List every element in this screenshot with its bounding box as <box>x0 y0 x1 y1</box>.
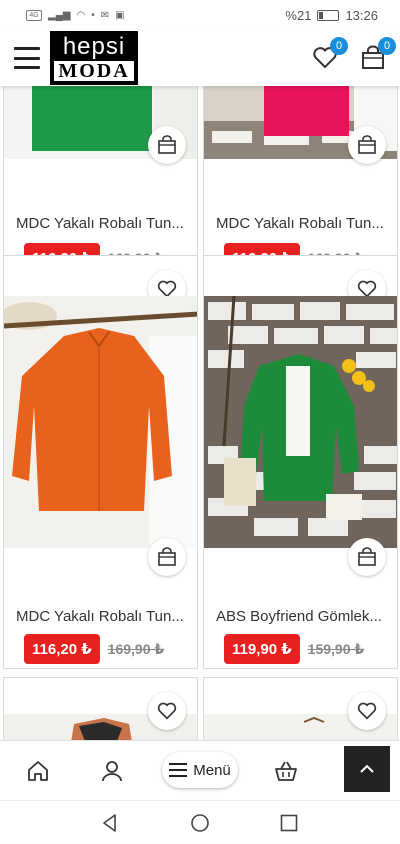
product-title[interactable]: MDC Yakalı Robalı Tun... <box>16 608 189 625</box>
volte-icon: 4G <box>26 9 42 21</box>
mail-icon: ✉ <box>100 9 110 21</box>
wifi-icon: ◠ <box>76 9 86 21</box>
hepsimoda-logo[interactable]: hepsi MODA <box>50 31 138 85</box>
chevron-up-icon <box>360 764 374 773</box>
hamburger-menu-icon[interactable] <box>14 47 40 69</box>
favorites-count-badge: 0 <box>330 37 348 55</box>
user-icon <box>102 761 122 782</box>
status-bar: 4G ▂▄▆ ◠ • ✉ ▣ %21 13:26 <box>0 0 400 30</box>
add-to-cart-button[interactable] <box>348 538 386 576</box>
signal-icon: ▂▄▆ <box>48 9 71 21</box>
heart-icon <box>357 702 377 720</box>
product-card[interactable]: ABS Boyfriend Gömlek... 119,90 ₺ 159,90 … <box>203 255 398 669</box>
favorite-button[interactable] <box>348 692 386 730</box>
original-price: 159,90 ₺ <box>307 640 365 657</box>
shopping-bag-icon <box>158 547 176 566</box>
home-circle-icon[interactable] <box>190 813 210 833</box>
product-title[interactable]: MDC Yakalı Robalı Tun... <box>16 215 189 232</box>
shopping-bag-icon <box>358 547 376 566</box>
add-to-cart-button[interactable] <box>348 126 386 164</box>
product-title[interactable]: MDC Yakalı Robalı Tun... <box>216 215 389 232</box>
shopping-bag-icon <box>358 135 376 154</box>
shopping-bag-icon <box>158 135 176 154</box>
nav-basket-button[interactable] <box>274 759 300 785</box>
product-card[interactable]: MDC Yakalı Robalı Tun... 116,20 ₺ 169,90… <box>3 255 198 669</box>
data-icon: • <box>91 9 95 21</box>
sale-price: 119,90 ₺ <box>224 634 300 664</box>
back-icon[interactable] <box>100 813 120 833</box>
bottom-nav: Menü <box>0 740 400 800</box>
battery-percent: %21 <box>285 7 312 23</box>
favorite-button[interactable] <box>148 692 186 730</box>
menu-button[interactable]: Menü <box>162 752 238 788</box>
home-icon <box>28 761 48 781</box>
recents-icon[interactable] <box>279 813 299 833</box>
product-grid[interactable]: MDC Yakalı Robalı Tun... 116,20 ₺ 169,90… <box>0 30 400 740</box>
gallery-icon: ▣ <box>115 9 125 21</box>
nav-account-button[interactable] <box>100 759 126 785</box>
sale-price: 116,20 ₺ <box>24 634 100 664</box>
menu-label: Menü <box>193 761 231 779</box>
product-image[interactable] <box>4 296 197 548</box>
heart-icon <box>157 702 177 720</box>
nav-home-button[interactable] <box>26 759 52 785</box>
basket-icon <box>275 761 297 781</box>
original-price: 169,90 ₺ <box>107 640 165 657</box>
android-nav-bar <box>0 800 400 844</box>
product-title[interactable]: ABS Boyfriend Gömlek... <box>216 608 389 625</box>
menu-lines-icon <box>169 763 188 777</box>
app-header: hepsi MODA 0 0 <box>0 30 400 86</box>
cart-count-badge: 0 <box>378 37 396 55</box>
add-to-cart-button[interactable] <box>148 538 186 576</box>
favorites-button[interactable]: 0 <box>312 37 348 71</box>
status-icons: 4G ▂▄▆ ◠ • ✉ ▣ <box>26 9 125 21</box>
add-to-cart-button[interactable] <box>148 126 186 164</box>
product-card[interactable] <box>203 677 398 740</box>
scroll-to-top-button[interactable] <box>344 746 390 792</box>
cart-button[interactable]: 0 <box>360 37 396 71</box>
product-image[interactable] <box>204 296 397 548</box>
clock: 13:26 <box>345 7 378 23</box>
battery-icon <box>317 9 340 21</box>
product-card[interactable] <box>3 677 198 740</box>
